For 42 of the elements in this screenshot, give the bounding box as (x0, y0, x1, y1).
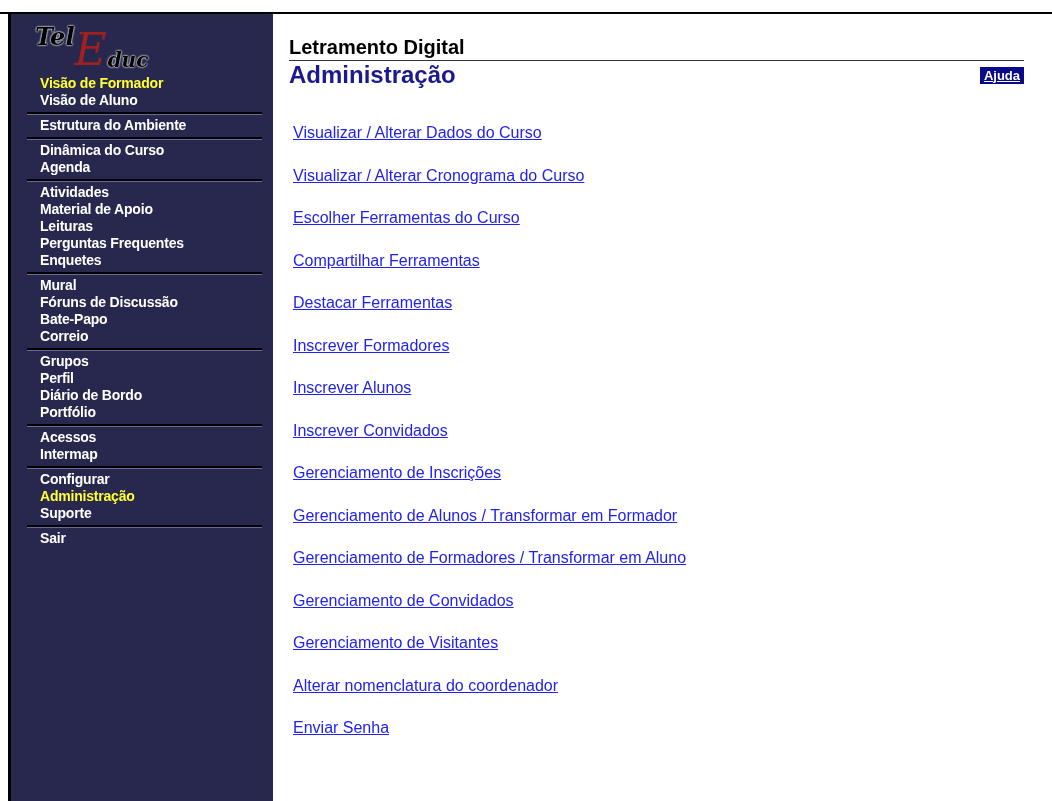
admin-link[interactable]: Visualizar / Alterar Dados do Curso (293, 123, 542, 143)
sidebar-item[interactable]: Diário de Bordo (40, 387, 142, 404)
admin-link[interactable]: Gerenciamento de Visitantes (293, 633, 499, 653)
admin-link[interactable]: Visualizar / Alterar Cronograma do Curso (293, 165, 585, 185)
course-title: Letramento Digital (289, 36, 1024, 61)
sidebar-item[interactable]: Grupos (40, 353, 89, 370)
sidebar-item[interactable]: Intermap (40, 446, 98, 463)
sidebar-item[interactable]: Perfil (40, 370, 74, 387)
admin-link[interactable]: Escolher Ferramentas do Curso (293, 208, 520, 228)
admin-link[interactable]: Gerenciamento de Inscrições (293, 463, 502, 483)
help-button[interactable]: Ajuda (979, 66, 1024, 84)
sidebar-item[interactable]: Mural (40, 277, 77, 294)
sidebar-item[interactable]: Bate-Papo (40, 311, 108, 328)
sidebar-item[interactable]: Perguntas Frequentes (40, 235, 184, 252)
admin-link[interactable]: Gerenciamento de Formadores / Transformar em Aluno (293, 548, 687, 568)
sidebar-item[interactable]: Acessos (40, 429, 97, 446)
admin-link[interactable]: Gerenciamento de Alunos / Transformar em Formador (293, 505, 678, 525)
sidebar-item[interactable]: Leituras (40, 218, 93, 235)
admin-link[interactable]: Alterar nomenclatura do coordenador (293, 675, 559, 695)
admin-link[interactable]: Inscrever Formadores (293, 335, 450, 355)
sidebar-item[interactable]: Material de Apoio (40, 201, 153, 218)
sidebar-item[interactable]: Dinâmica do Curso (40, 142, 165, 159)
admin-link[interactable]: Inscrever Convidados (293, 420, 448, 440)
sidebar-item[interactable]: Administração (40, 488, 135, 505)
admin-link[interactable]: Enviar Senha (293, 718, 390, 738)
page-title: Administração (289, 61, 456, 89)
admin-link[interactable]: Inscrever Alunos (293, 378, 412, 398)
sidebar-item[interactable]: Atividades (40, 184, 109, 201)
admin-link[interactable]: Gerenciamento de Convidados (293, 590, 514, 610)
sidebar-item[interactable]: Suporte (40, 505, 92, 522)
admin-link[interactable]: Compartilhar Ferramentas (293, 250, 480, 270)
sidebar-item[interactable]: Estrutura do Ambiente (40, 117, 187, 134)
admin-link[interactable]: Destacar Ferramentas (293, 293, 453, 313)
sidebar-item[interactable]: Visão de Aluno (40, 92, 138, 109)
sidebar-item[interactable]: Enquetes (40, 252, 102, 269)
sidebar-item[interactable]: Fóruns de Discussão (40, 294, 178, 311)
sidebar-item[interactable]: Agenda (40, 159, 91, 176)
sidebar-item[interactable]: Sair (40, 530, 66, 547)
sidebar-item[interactable]: Visão de Formador (40, 75, 164, 92)
sidebar-item[interactable]: Configurar (40, 471, 110, 488)
sidebar-item[interactable]: Portfólio (40, 404, 96, 421)
sidebar-item[interactable]: Correio (40, 328, 89, 345)
